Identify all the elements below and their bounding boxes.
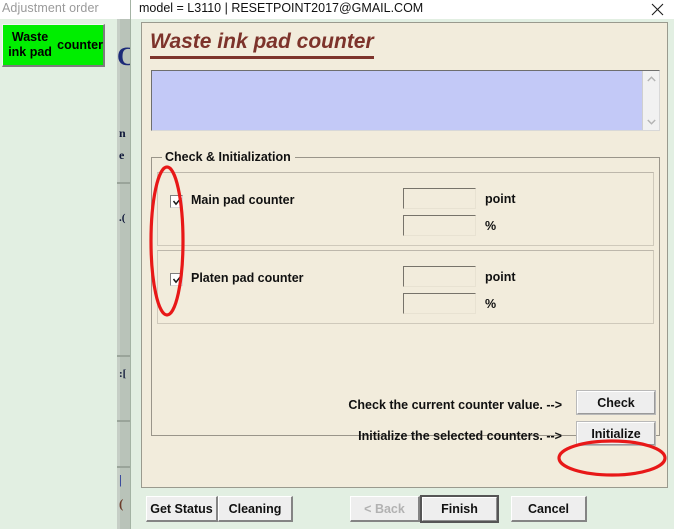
check-button-label: Check [597,395,635,410]
adjustment-order-label: Adjustment order [2,1,99,15]
initialize-hint-label: Initialize the selected counters. --> [358,429,562,443]
status-message-scrollbar[interactable] [642,71,659,130]
checkbox-main-pad-counter[interactable] [170,195,183,208]
back-label: < Back [364,501,405,516]
close-icon[interactable] [646,0,668,19]
check-hint-label: Check the current counter value. --> [348,398,562,412]
group-legend: Check & Initialization [162,150,295,164]
finish-button[interactable]: Finish [420,495,499,523]
occluded-glyph-blue: C [117,42,131,71]
checkbox-platen-pad-counter[interactable] [170,273,183,286]
check-and-initialization-group: Check & Initialization Main pad counter … [151,150,660,446]
counter-row-platen-pad: Platen pad counter point % [157,250,654,324]
page-title: Waste ink pad counter [150,29,374,59]
input-main-pad-percent[interactable] [403,215,476,236]
wizard-page: Waste ink pad counter Check & Initializa… [141,22,668,488]
finish-label: Finish [441,502,478,516]
counter-row-main-pad: Main pad counter point % [157,172,654,246]
scroll-up-icon[interactable] [643,71,659,87]
back-button[interactable]: < Back [350,496,420,522]
unit-main-pad-percent: % [485,219,497,233]
cleaning-button[interactable]: Cleaning [218,496,293,522]
sidebar-item-label-line1: Waste ink pad [8,30,52,59]
scroll-down-icon[interactable] [643,114,659,130]
dialog-window: model = L3110 | RESETPOINT2017@GMAIL.COM… [130,0,674,529]
check-button[interactable]: Check [576,390,656,415]
sidebar-item-waste-ink-pad-counter[interactable]: Waste ink pad counter [2,24,105,67]
unit-main-pad-point: point [485,192,516,206]
initialize-button[interactable]: Initialize [576,421,656,446]
initialize-button-label: Initialize [591,426,641,441]
window-title: model = L3110 | RESETPOINT2017@GMAIL.COM [139,1,424,15]
get-status-label: Get Status [150,501,213,516]
sidebar-item-label-line2: counter [57,37,103,52]
status-message-box[interactable] [151,70,660,131]
dialog-titlebar: model = L3110 | RESETPOINT2017@GMAIL.COM [131,0,674,19]
unit-platen-pad-percent: % [485,297,497,311]
input-main-pad-point[interactable] [403,188,476,209]
cancel-label: Cancel [528,501,569,516]
input-platen-pad-percent[interactable] [403,293,476,314]
cancel-button[interactable]: Cancel [511,496,587,522]
cleaning-label: Cleaning [228,501,282,516]
label-main-pad-counter: Main pad counter [191,193,295,207]
label-platen-pad-counter: Platen pad counter [191,271,304,285]
unit-platen-pad-point: point [485,270,516,284]
input-platen-pad-point[interactable] [403,266,476,287]
screen: Adjustment order Waste ink pad counter C… [0,0,674,529]
get-status-button[interactable]: Get Status [146,496,218,522]
status-message-text [152,71,642,130]
